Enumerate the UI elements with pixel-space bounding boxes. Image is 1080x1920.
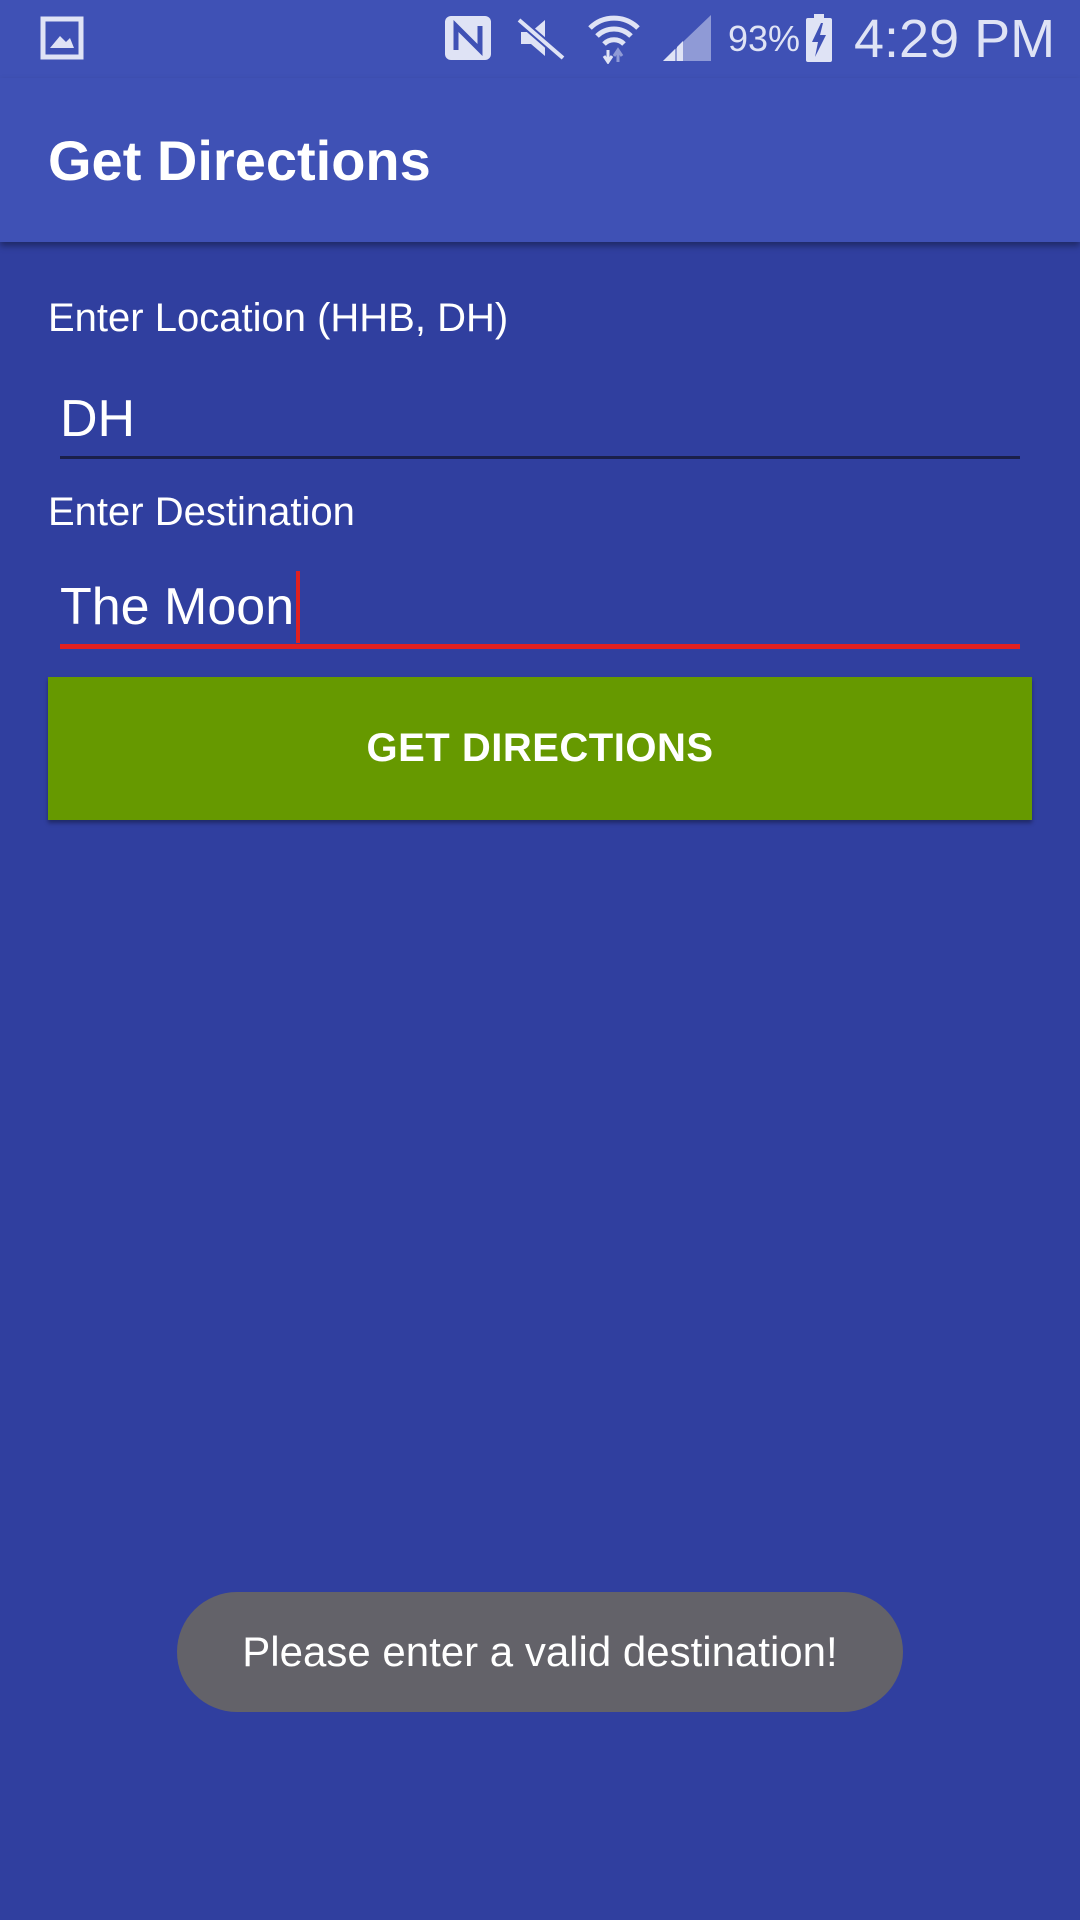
battery-charging-icon (804, 12, 834, 64)
status-bar: 93% 4:29 PM (0, 0, 1080, 78)
signal-icon (660, 12, 714, 64)
destination-label: Enter Destination (48, 490, 355, 534)
destination-input-value: The Moon (60, 578, 295, 636)
get-directions-label: GET DIRECTIONS (366, 726, 714, 770)
location-input[interactable]: DH (60, 382, 1020, 459)
toast-text: Please enter a valid destination! (242, 1628, 838, 1675)
destination-input[interactable]: The Moon (60, 570, 1020, 649)
text-cursor (296, 571, 301, 643)
app-bar: Get Directions (0, 78, 1080, 242)
screen: 93% 4:29 PM Get Directions Enter Locatio… (0, 0, 1080, 1920)
gallery-icon (38, 12, 86, 64)
mute-icon (514, 12, 568, 64)
page-title: Get Directions (48, 128, 431, 192)
wifi-icon (586, 12, 642, 64)
battery-percent: 93% (728, 18, 801, 59)
location-label: Enter Location (HHB, DH) (48, 296, 509, 340)
get-directions-button[interactable]: GET DIRECTIONS (48, 677, 1032, 820)
toast-message: Please enter a valid destination! (177, 1592, 903, 1712)
nfc-icon (442, 12, 494, 64)
status-time: 4:29 PM (854, 9, 1056, 69)
location-input-value: DH (60, 390, 136, 448)
